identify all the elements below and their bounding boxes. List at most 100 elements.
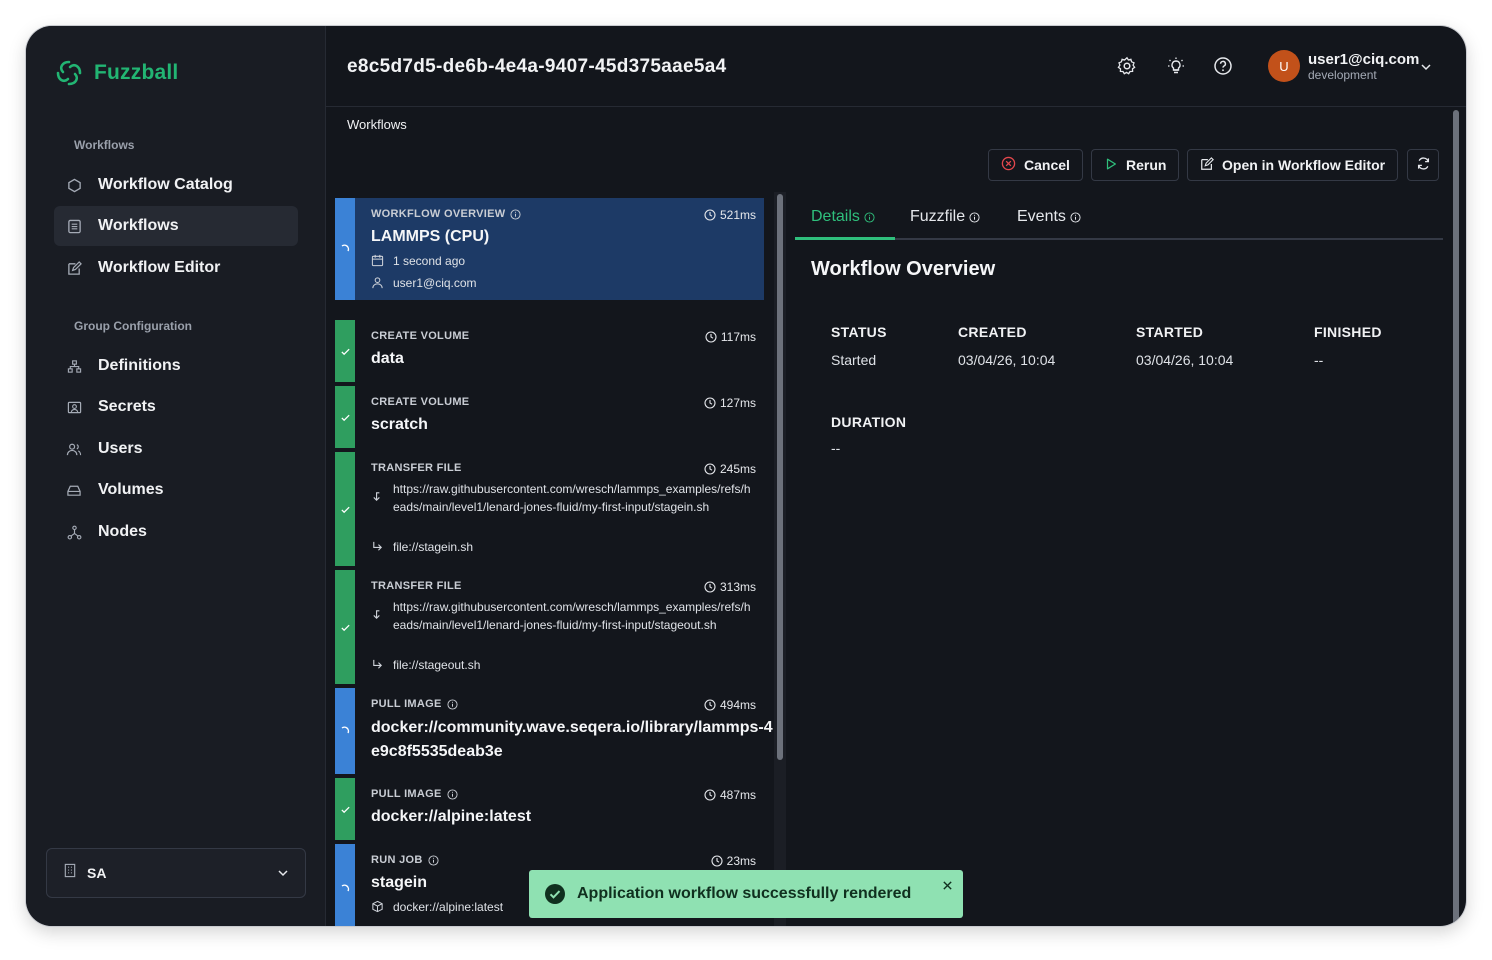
status-bar-done <box>335 778 355 840</box>
check-icon <box>340 624 350 631</box>
close-icon[interactable] <box>942 878 953 895</box>
duration-value: 494ms <box>719 698 756 712</box>
list-icon <box>66 218 82 234</box>
calendar-icon <box>371 254 385 270</box>
transfer-destination: file://stageout.sh <box>371 658 480 674</box>
step-type: CREATE VOLUME <box>371 396 470 408</box>
step-duration: 313ms <box>704 580 756 594</box>
rerun-button[interactable]: Rerun <box>1091 149 1180 181</box>
started-value: 03/04/26, 10:04 <box>1136 352 1234 368</box>
sidebar-item-workflow-editor[interactable]: Workflow Editor <box>54 248 298 288</box>
tab-label: Fuzzfile <box>910 208 966 225</box>
check-icon <box>340 506 350 513</box>
chevron-down-icon <box>277 864 289 882</box>
status-bar-running <box>335 688 355 774</box>
lightbulb-icon[interactable] <box>1164 54 1188 78</box>
breadcrumb[interactable]: Workflows <box>347 117 407 132</box>
info-icon <box>1070 211 1081 223</box>
clock-icon <box>704 209 716 221</box>
tab-label: Events <box>1017 208 1066 225</box>
step-duration: 117ms <box>705 330 756 344</box>
step-card-create-volume-data[interactable]: CREATE VOLUME 117ms data <box>335 320 764 382</box>
step-card-workflow-overview[interactable]: WORKFLOW OVERVIEW 521ms LAMMPS (CPU) 1 s… <box>335 198 764 300</box>
refresh-button[interactable] <box>1407 149 1439 181</box>
clock-icon <box>711 855 723 867</box>
destination-path: file://stageout.sh <box>393 658 481 672</box>
tab-events[interactable]: Events <box>1017 208 1081 226</box>
hard-drive-icon <box>66 482 82 498</box>
cancel-circle-icon <box>1001 156 1016 174</box>
step-type-label: WORKFLOW OVERVIEW <box>371 208 506 220</box>
clock-icon <box>704 463 716 475</box>
users-icon <box>66 441 82 457</box>
cancel-label: Cancel <box>1024 157 1070 173</box>
source-url: https://raw.githubusercontent.com/wresch… <box>393 600 751 632</box>
sidebar-item-workflow-catalog[interactable]: Workflow Catalog <box>54 165 298 205</box>
step-card-create-volume-scratch[interactable]: CREATE VOLUME 127ms scratch <box>335 386 764 448</box>
info-icon <box>447 788 458 800</box>
step-duration: 23ms <box>711 854 756 868</box>
check-icon <box>340 806 350 813</box>
spinner-icon <box>341 726 350 734</box>
organization-select[interactable]: SA <box>46 848 306 898</box>
gear-icon[interactable] <box>1115 54 1139 78</box>
secret-icon <box>66 399 82 415</box>
hexagon-icon <box>66 177 82 193</box>
info-icon <box>510 208 521 220</box>
status-label: STATUS <box>831 324 887 340</box>
step-user: user1@ciq.com <box>371 276 477 292</box>
sidebar-item-workflows[interactable]: Workflows <box>54 206 298 246</box>
tab-label: Details <box>811 208 860 225</box>
spinner-icon <box>341 884 350 892</box>
chevron-down-icon[interactable] <box>1420 58 1432 76</box>
brand-name: Fuzzball <box>94 61 179 84</box>
sidebar-item-volumes[interactable]: Volumes <box>54 470 298 510</box>
success-toast: Application workflow successfully render… <box>529 870 963 918</box>
fuzzball-logo-icon <box>56 60 82 86</box>
open-in-workflow-editor-button[interactable]: Open in Workflow Editor <box>1187 149 1399 181</box>
source-url: https://raw.githubusercontent.com/wresch… <box>393 482 751 514</box>
steps-scrollbar-thumb[interactable] <box>777 194 783 760</box>
avatar[interactable]: U <box>1268 50 1300 82</box>
refresh-icon <box>1416 156 1431 174</box>
tab-details[interactable]: Details <box>811 208 875 226</box>
step-card-pull-image-alpine[interactable]: PULL IMAGE 487ms docker://alpine:latest <box>335 778 764 840</box>
step-card-transfer-file-stagein[interactable]: TRANSFER FILE 245ms https://raw.githubus… <box>335 452 764 566</box>
clock-icon <box>704 699 716 711</box>
step-title: stagein <box>371 874 428 891</box>
detail-tabs: Details Fuzzfile Events <box>795 204 1443 240</box>
status-bar-done <box>335 386 355 448</box>
status-bar-done <box>335 452 355 566</box>
brand[interactable]: Fuzzball <box>54 58 178 88</box>
user-icon <box>371 276 385 292</box>
check-icon <box>340 414 350 421</box>
step-card-transfer-file-stageout[interactable]: TRANSFER FILE 313ms https://raw.githubus… <box>335 570 764 684</box>
step-title: data <box>371 350 404 367</box>
sidebar-item-users[interactable]: Users <box>54 429 298 469</box>
sidebar-item-nodes[interactable]: Nodes <box>54 512 298 552</box>
step-title: LAMMPS (CPU) <box>371 228 490 245</box>
step-type: PULL IMAGE <box>371 788 458 800</box>
help-icon[interactable] <box>1211 54 1235 78</box>
toast-message: Application workflow successfully render… <box>577 885 912 902</box>
tab-fuzzfile[interactable]: Fuzzfile <box>910 208 980 226</box>
sidebar-item-secrets[interactable]: Secrets <box>54 387 298 427</box>
finished-label: FINISHED <box>1314 324 1382 340</box>
step-card-pull-image-lammps[interactable]: PULL IMAGE 494ms docker://community.wave… <box>335 688 773 774</box>
sidebar-item-label: Definitions <box>98 357 181 374</box>
step-image: docker://alpine:latest <box>371 900 503 916</box>
status-bar-done <box>335 320 355 382</box>
cancel-button[interactable]: Cancel <box>988 149 1083 181</box>
sidebar-item-label: Workflow Editor <box>98 259 221 276</box>
section-group-configuration: Group Configuration <box>74 319 192 333</box>
clock-icon <box>704 397 716 409</box>
page-scrollbar[interactable] <box>1453 110 1459 926</box>
step-type: PULL IMAGE <box>371 698 458 710</box>
sidebar-item-label: Secrets <box>98 398 156 415</box>
edit-icon <box>1200 156 1214 174</box>
duration-value: -- <box>831 440 841 456</box>
sidebar-item-definitions[interactable]: Definitions <box>54 346 298 386</box>
sitemap-icon <box>66 358 82 374</box>
source-arrow-icon <box>371 608 385 624</box>
step-duration: 245ms <box>704 462 756 476</box>
